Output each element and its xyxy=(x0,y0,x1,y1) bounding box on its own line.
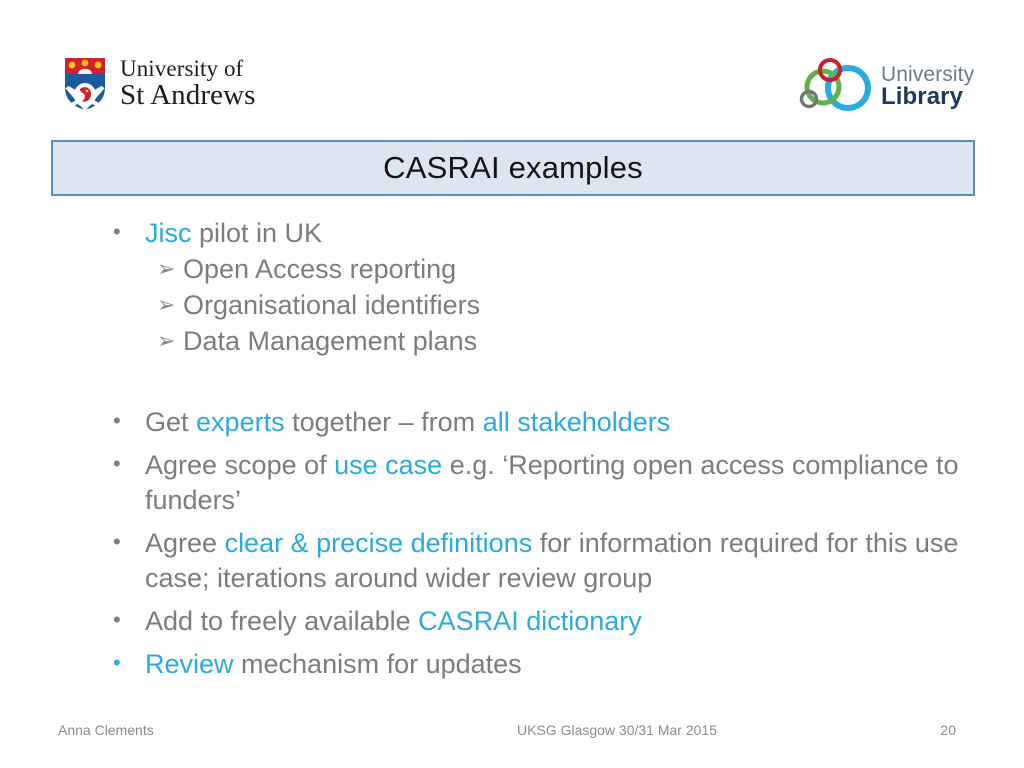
list-item: ➢ Open Access reporting xyxy=(157,252,1003,288)
footer-author: Anna Clements xyxy=(58,722,154,738)
bullet-marker: • xyxy=(113,219,121,244)
arrow-bullet-icon: ➢ xyxy=(157,327,176,353)
bullet-segment: Get xyxy=(145,406,197,437)
bullet-text-tail: pilot in UK xyxy=(191,218,323,248)
slide-footer: Anna Clements UKSG Glasgow 30/31 Mar 201… xyxy=(58,722,968,738)
bullet-text: Get experts together – from all stakehol… xyxy=(145,405,1003,440)
slide-title-banner: CASRAI examples xyxy=(51,140,975,196)
bullet-text: Agree scope of use case e.g. ‘Reporting … xyxy=(145,448,1003,518)
st-andrews-line1: University of xyxy=(120,56,244,82)
highlight-term: all stakeholders xyxy=(482,406,671,437)
library-line2: Library xyxy=(881,82,964,110)
sub-bullet-text: Organisational identifiers xyxy=(183,290,481,320)
highlight-term: clear & precise definitions xyxy=(224,528,533,559)
bullet-segment: mechanism for updates xyxy=(233,649,522,680)
bullet-text: Add to freely available CASRAI dictionar… xyxy=(145,604,1003,639)
list-item: • Review mechanism for updates xyxy=(113,647,1003,682)
bullet-segment: together – from xyxy=(284,406,483,437)
list-item: • Get experts together – from all stakeh… xyxy=(113,405,1003,440)
bullet-segment: Agree scope of xyxy=(145,449,335,480)
st-andrews-crest-icon xyxy=(62,55,108,113)
sub-bullet-text: Data Management plans xyxy=(183,325,478,356)
bullet-text: Agree clear & precise definitions for in… xyxy=(145,526,1003,596)
bullet-text: Review mechanism for updates xyxy=(145,647,1003,682)
list-item: • Add to freely available CASRAI diction… xyxy=(113,604,1003,639)
list-item: • Jisc pilot in UK xyxy=(113,216,1003,251)
overlapping-rings-icon xyxy=(796,56,872,116)
st-andrews-line2: St Andrews xyxy=(120,78,256,111)
highlight-term: experts xyxy=(196,406,285,437)
bullet-marker: • xyxy=(113,407,121,433)
highlight-term: use case xyxy=(334,449,443,480)
bullet-segment: Add to freely available xyxy=(145,606,419,637)
footer-page-number: 20 xyxy=(940,722,956,738)
list-item: • Agree scope of use case e.g. ‘Reportin… xyxy=(113,448,1003,518)
bullet-marker: • xyxy=(113,607,121,633)
st-andrews-wordmark: University of St Andrews xyxy=(120,57,256,110)
bullet-marker: • xyxy=(113,650,121,676)
sub-bullet-text: Open Access reporting xyxy=(183,254,457,285)
arrow-bullet-icon: ➢ xyxy=(157,292,176,317)
bullet-segment: Agree xyxy=(145,528,225,559)
bullet-text: Jisc pilot in UK xyxy=(145,216,1003,251)
library-line1: University xyxy=(881,62,975,86)
st-andrews-logo: University of St Andrews xyxy=(62,55,256,113)
university-library-logo: University Library xyxy=(796,56,974,116)
arrow-bullet-icon: ➢ xyxy=(157,256,176,282)
list-item: ➢ Data Management plans xyxy=(157,324,1003,360)
list-item: • Agree clear & precise definitions for … xyxy=(113,526,1003,596)
library-wordmark: University Library xyxy=(881,64,974,109)
slide-body: • Jisc pilot in UK ➢ Open Access reporti… xyxy=(113,216,1003,683)
bullet-marker: • xyxy=(113,450,121,476)
list-item: ➢ Organisational identifiers xyxy=(157,288,1003,324)
highlight-term: Review xyxy=(145,649,234,680)
footer-event: UKSG Glasgow 30/31 Mar 2015 xyxy=(517,722,717,738)
bullet-marker: • xyxy=(113,529,121,555)
highlight-term: CASRAI dictionary xyxy=(418,606,642,637)
highlight-term: Jisc xyxy=(145,218,192,248)
page-title: CASRAI examples xyxy=(383,150,643,185)
